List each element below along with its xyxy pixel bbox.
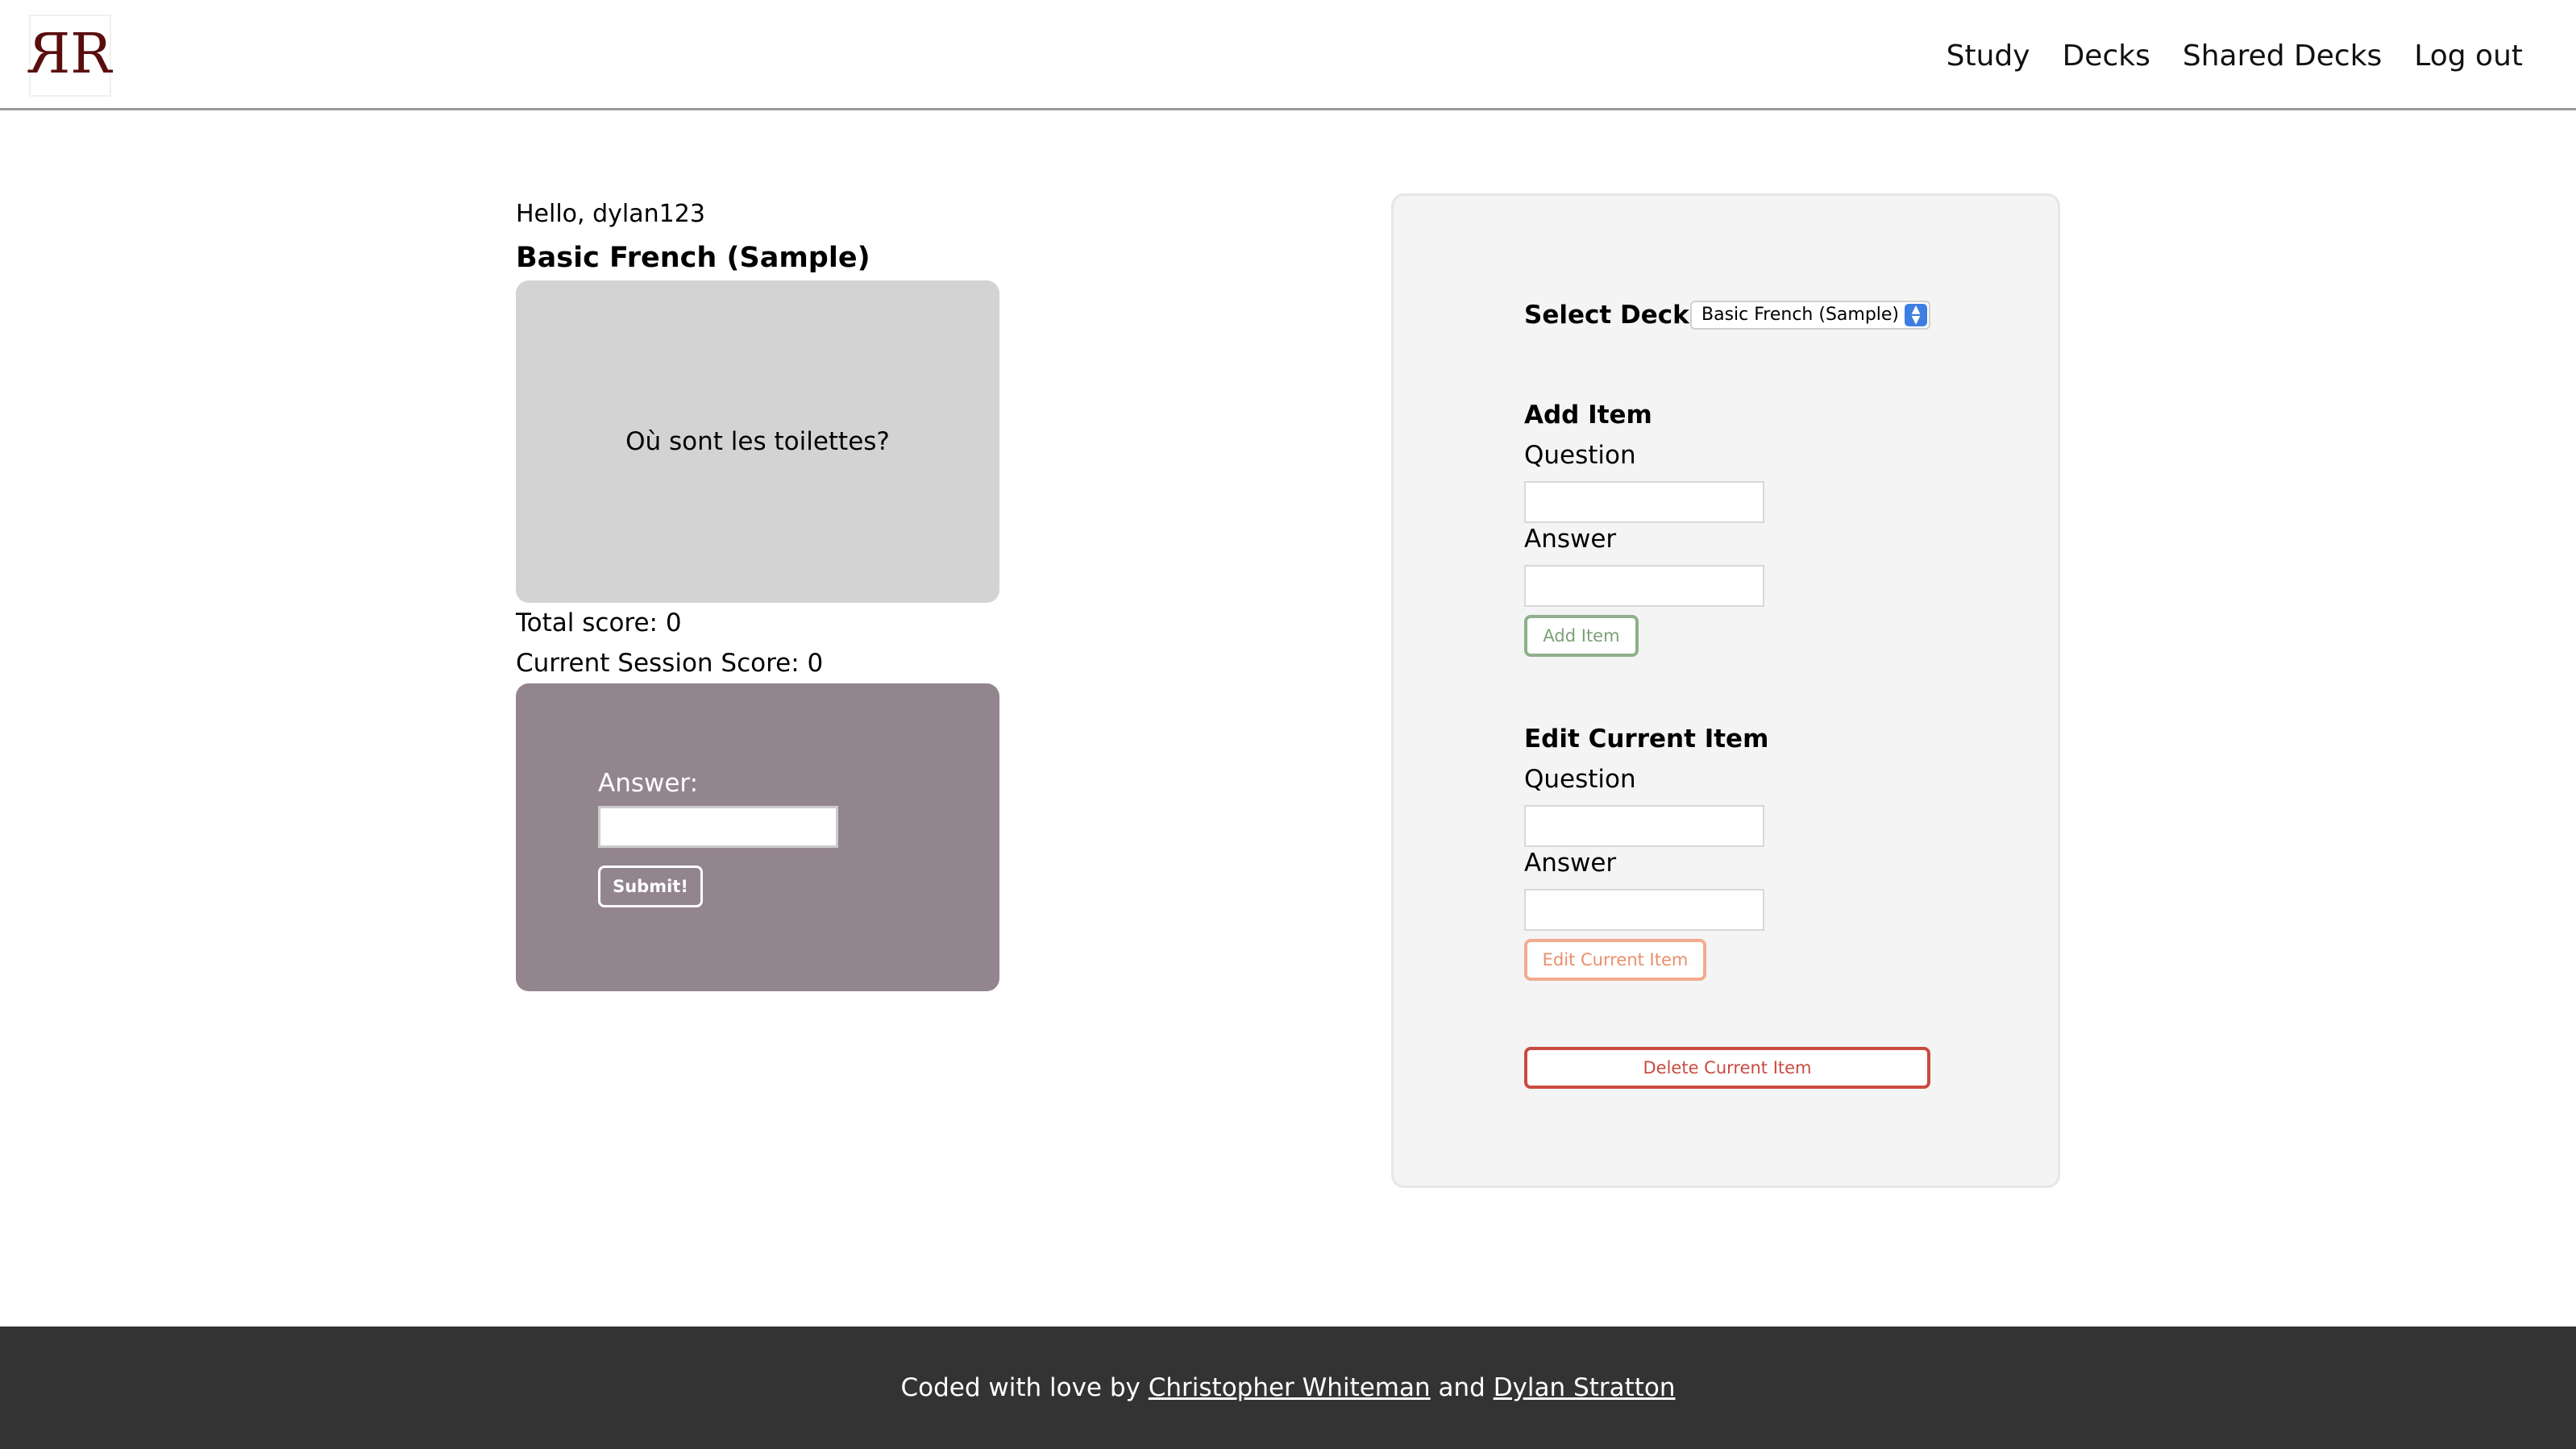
edit-question-label: Question	[1524, 765, 1636, 794]
edit-current-item-button[interactable]: Edit Current Item	[1524, 939, 1706, 981]
answer-panel: Answer: Submit!	[516, 683, 999, 991]
deck-title: Basic French (Sample)	[516, 242, 870, 274]
answer-label: Answer:	[598, 769, 699, 798]
add-question-input[interactable]	[1524, 481, 1764, 523]
add-answer-label: Answer	[1524, 525, 1617, 554]
greeting-text: Hello, dylan123	[516, 200, 705, 228]
main-nav: Study Decks Shared Decks Log out	[1947, 34, 2523, 79]
add-item-heading: Add Item	[1524, 401, 1652, 430]
add-question-label: Question	[1524, 441, 1636, 470]
edit-item-heading: Edit Current Item	[1524, 724, 1769, 754]
footer-conjunction: and	[1438, 1373, 1485, 1402]
edit-answer-label: Answer	[1524, 849, 1617, 878]
deck-select-value: Basic French (Sample)	[1701, 305, 1900, 325]
session-score: Current Session Score: 0	[516, 649, 824, 678]
deck-management-panel: Select Deck: Basic French (Sample) ▲ ▼ Ad…	[1391, 193, 2060, 1188]
site-footer: Coded with love by Christopher Whiteman …	[0, 1327, 2576, 1449]
footer-prefix: Coded with love by	[900, 1373, 1141, 1402]
rr-logo-icon[interactable]: RR	[29, 15, 111, 97]
edit-question-input[interactable]	[1524, 805, 1764, 847]
deck-select[interactable]: Basic French (Sample) ▲ ▼	[1690, 301, 1930, 330]
answer-input[interactable]	[598, 806, 838, 848]
edit-answer-input[interactable]	[1524, 889, 1764, 931]
footer-author-link-1[interactable]: Christopher Whiteman	[1149, 1373, 1431, 1402]
delete-current-item-button[interactable]: Delete Current Item	[1524, 1047, 1930, 1089]
submit-button[interactable]: Submit!	[598, 866, 703, 907]
flashcard[interactable]: Où sont les toilettes?	[516, 280, 999, 603]
nav-study[interactable]: Study	[1947, 34, 2030, 79]
nav-shared-decks[interactable]: Shared Decks	[2183, 34, 2382, 79]
site-header: RR Study Decks Shared Decks Log out	[0, 0, 2576, 110]
flashcard-question: Où sont les toilettes?	[625, 427, 890, 456]
nav-log-out[interactable]: Log out	[2414, 34, 2523, 79]
nav-decks[interactable]: Decks	[2063, 34, 2150, 79]
total-score: Total score: 0	[516, 608, 682, 637]
select-deck-label: Select Deck:	[1524, 301, 1700, 330]
add-answer-input[interactable]	[1524, 565, 1764, 607]
chevron-updown-icon: ▲ ▼	[1905, 304, 1927, 326]
add-item-button[interactable]: Add Item	[1524, 615, 1639, 657]
footer-author-link-2[interactable]: Dylan Stratton	[1494, 1373, 1676, 1402]
